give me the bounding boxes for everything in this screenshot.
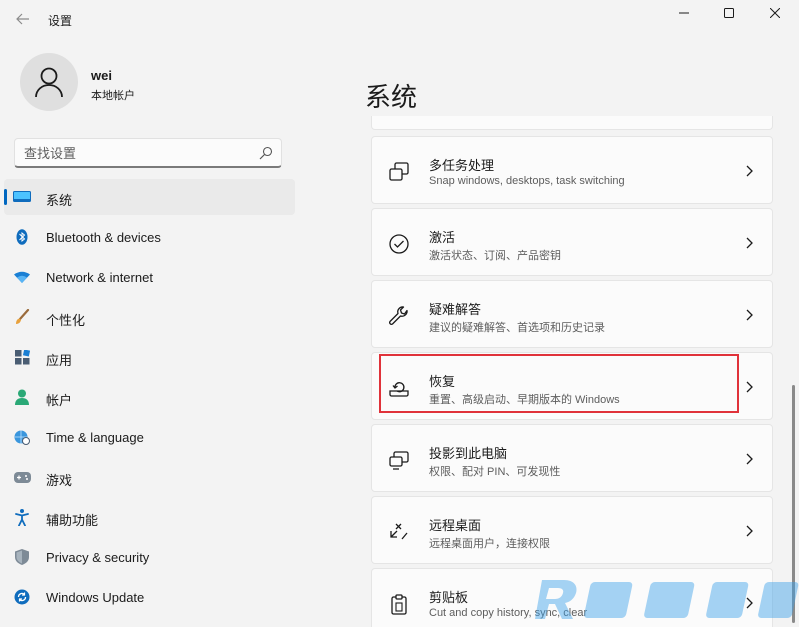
sidebar-nav: 系统 Bluetooth & devices Network & interne… (4, 179, 295, 619)
card-title: 远程桌面 (429, 518, 482, 533)
activation-icon (388, 233, 410, 255)
chevron-right-icon (746, 237, 753, 249)
close-button[interactable] (752, 0, 798, 26)
clipboard-icon (388, 593, 410, 615)
sidebar-item-label: 应用 (46, 353, 73, 368)
profile-name: wei (91, 68, 112, 83)
sidebar-item-label: Windows Update (46, 590, 145, 605)
card-description: 建议的疑难解答、首选项和历史记录 (429, 322, 605, 334)
search-icon[interactable] (259, 146, 273, 160)
sidebar-item-gaming[interactable]: 游戏 (4, 459, 295, 495)
card-title: 疑难解答 (429, 302, 482, 317)
card-description: 远程桌面用户，连接权限 (429, 538, 550, 550)
apps-icon (13, 349, 31, 365)
card-description: 激活状态、订阅、产品密钥 (429, 250, 561, 262)
person-icon (13, 389, 31, 405)
maximize-icon (724, 8, 734, 18)
sidebar-item-label: 帐户 (46, 393, 73, 408)
system-icon (13, 189, 31, 205)
selection-indicator (4, 189, 7, 205)
card-description: 权限、配对 PIN、可发现性 (429, 466, 561, 478)
watermark-logo-icon (535, 580, 799, 619)
sidebar-item-label: 个性化 (46, 313, 86, 328)
update-icon (13, 589, 31, 605)
sidebar-item-privacy-security[interactable]: Privacy & security (4, 539, 295, 575)
maximize-button[interactable] (706, 0, 752, 26)
search-box[interactable] (14, 138, 282, 168)
sidebar-item-apps[interactable]: 应用 (4, 339, 295, 375)
sidebar-item-accessibility[interactable]: 辅助功能 (4, 499, 295, 535)
settings-card-remote-desktop[interactable]: 远程桌面 远程桌面用户，连接权限 (371, 496, 773, 564)
settings-card-multitasking[interactable]: 多任务处理 Snap windows, desktops, task switc… (371, 136, 773, 204)
sidebar-item-windows-update[interactable]: Windows Update (4, 579, 295, 615)
chevron-right-icon (746, 309, 753, 321)
sidebar-item-label: Network & internet (46, 270, 153, 285)
app-title: 设置 (48, 14, 73, 28)
multitasking-icon (388, 161, 410, 183)
page-title: 系统 (365, 82, 418, 112)
settings-card-project-to-pc[interactable]: 投影到此电脑 权限、配对 PIN、可发现性 (371, 424, 773, 492)
globe-clock-icon (13, 429, 31, 445)
sidebar-item-label: Bluetooth & devices (46, 230, 161, 245)
sidebar-item-bluetooth[interactable]: Bluetooth & devices (4, 219, 295, 255)
bluetooth-icon (13, 229, 31, 245)
title-bar: 设置 (0, 0, 799, 40)
chevron-right-icon (746, 525, 753, 537)
sidebar-item-network[interactable]: Network & internet (4, 259, 295, 295)
remote-desktop-icon (388, 521, 410, 543)
chevron-right-icon (746, 381, 753, 393)
card-title: 激活 (429, 230, 456, 245)
sidebar-item-label: 辅助功能 (46, 513, 99, 528)
sidebar-item-time-language[interactable]: Time & language (4, 419, 295, 455)
card-title: 剪贴板 (429, 590, 469, 605)
accessibility-icon (13, 508, 31, 526)
brush-icon (13, 309, 31, 325)
user-icon (35, 67, 63, 98)
shield-icon (13, 549, 31, 565)
minimize-icon (679, 12, 689, 14)
settings-card-troubleshoot[interactable]: 疑难解答 建议的疑难解答、首选项和历史记录 (371, 280, 773, 348)
chevron-right-icon (746, 165, 753, 177)
minimize-button[interactable] (661, 0, 707, 26)
sidebar-item-label: 游戏 (46, 473, 73, 488)
profile-account-type: 本地帐户 (91, 90, 135, 102)
search-input[interactable] (24, 144, 244, 162)
close-icon (770, 8, 780, 18)
gamepad-icon (13, 469, 31, 485)
sidebar-item-system[interactable]: 系统 (4, 179, 295, 215)
chevron-right-icon (746, 453, 753, 465)
settings-card-activation[interactable]: 激活 激活状态、订阅、产品密钥 (371, 208, 773, 276)
settings-card-partial[interactable] (371, 116, 773, 130)
sidebar-item-personalization[interactable]: 个性化 (4, 299, 295, 335)
sidebar-item-label: 系统 (46, 193, 73, 208)
card-title: 投影到此电脑 (429, 446, 508, 461)
sidebar-item-accounts[interactable]: 帐户 (4, 379, 295, 415)
projection-icon (388, 449, 410, 471)
sidebar-item-label: Privacy & security (46, 550, 150, 565)
avatar[interactable] (20, 53, 78, 111)
wifi-icon (13, 269, 31, 285)
card-description: Snap windows, desktops, task switching (429, 175, 625, 187)
back-button[interactable] (12, 8, 34, 30)
wrench-icon (388, 305, 410, 327)
sidebar-item-label: Time & language (46, 430, 144, 445)
highlight-box (379, 354, 739, 413)
back-arrow-icon (16, 13, 29, 25)
card-title: 多任务处理 (429, 158, 495, 173)
